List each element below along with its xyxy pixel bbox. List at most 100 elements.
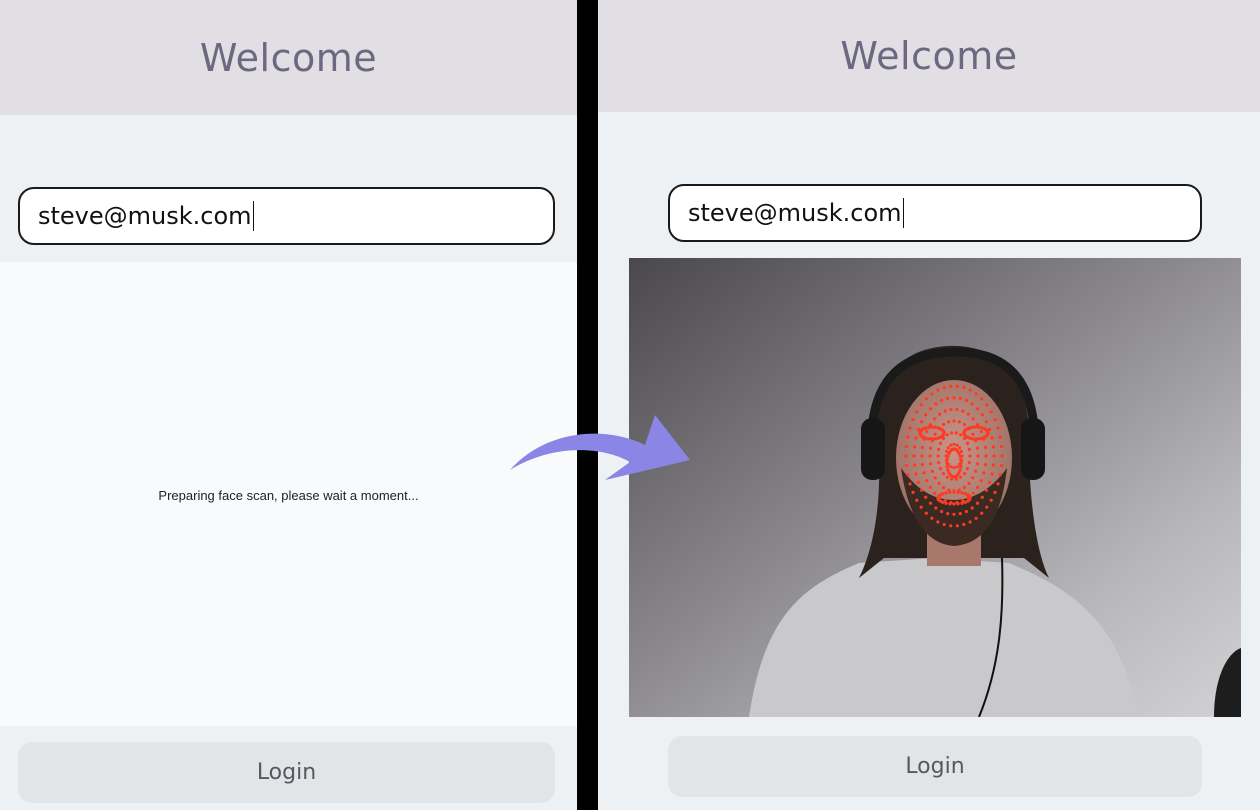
landmark-dot — [946, 468, 950, 472]
landmark-dot — [984, 420, 988, 424]
email-field[interactable]: steve@musk.com — [668, 184, 1202, 242]
camera-feed — [629, 258, 1241, 717]
landmark-dot — [952, 502, 956, 506]
landmark-dot — [957, 420, 961, 424]
landmark-dot — [925, 429, 929, 433]
landmark-dot — [1000, 444, 1004, 449]
landmark-dot — [983, 445, 988, 449]
login-button[interactable]: Login — [668, 736, 1202, 797]
landmark-dot — [974, 516, 978, 520]
landmark-dot — [958, 468, 962, 472]
landmark-dot — [916, 480, 920, 485]
landmark-dot — [962, 485, 966, 490]
camera-feed-image — [629, 258, 1241, 717]
landmark-dot — [962, 472, 967, 476]
landmark-dot — [929, 462, 933, 466]
landmark-dot — [954, 431, 958, 435]
landmark-dot — [967, 481, 971, 485]
landmark-dot — [920, 488, 924, 492]
landmark-dot — [949, 384, 953, 388]
landmark-dot — [958, 512, 962, 516]
landmark-dot — [933, 437, 937, 441]
landmark-dot — [947, 420, 951, 424]
landmark-dot — [934, 402, 938, 406]
landmark-dot — [948, 502, 952, 506]
landmark-dot — [915, 410, 919, 414]
landmark-dot — [971, 417, 975, 421]
landmark-dot — [976, 485, 980, 489]
landmark-dot — [971, 425, 975, 429]
landmark-dot — [980, 413, 984, 417]
landmark-dot — [919, 505, 923, 509]
landmark-dot — [989, 410, 993, 414]
email-field[interactable]: steve@musk.com — [18, 187, 555, 245]
landmark-dot — [949, 465, 953, 469]
landmark-dot — [952, 396, 956, 400]
landmark-dot — [920, 420, 924, 424]
landmark-dot — [952, 419, 956, 423]
landmark-dot — [942, 422, 946, 427]
landmark-dot — [937, 481, 941, 485]
landmark-dot — [930, 425, 934, 429]
landmark-dot — [947, 471, 951, 475]
landmark-dot — [945, 464, 949, 469]
landmark-dot — [936, 454, 940, 458]
landmark-dot — [924, 413, 928, 417]
landmark-dot — [949, 443, 953, 447]
landmark-dot — [971, 437, 975, 441]
landmark-dot — [970, 402, 974, 406]
landmark-dot — [936, 436, 940, 440]
landmark-dot — [940, 398, 944, 403]
landmark-dot — [938, 441, 943, 445]
landmark-dot — [971, 432, 975, 436]
landmark-dot — [970, 506, 974, 510]
text-caret — [902, 198, 905, 228]
text-caret — [252, 201, 255, 231]
landmark-dot — [982, 471, 986, 475]
landmark-dot — [964, 398, 968, 403]
landmark-dot — [927, 425, 931, 429]
landmark-dot — [936, 388, 940, 392]
login-button[interactable]: Login — [18, 742, 555, 803]
landmark-dot — [928, 454, 932, 458]
landmark-dot — [937, 461, 941, 465]
landmark-dot — [925, 479, 929, 483]
landmark-dot — [952, 490, 956, 494]
landmark-dot — [967, 447, 971, 451]
landmark-dot — [979, 429, 983, 433]
landmark-dot — [920, 445, 925, 449]
landmark-dot — [1000, 454, 1004, 458]
landmark-dot — [948, 490, 952, 494]
landmark-dot — [942, 522, 946, 527]
landmark-dot — [980, 397, 984, 401]
landmark-dot — [933, 417, 937, 421]
headphone-right — [1021, 418, 1045, 480]
landmark-dot — [924, 397, 928, 401]
landmark-dot — [966, 412, 970, 416]
landmark-dot — [943, 409, 947, 413]
landmark-dot — [958, 454, 962, 458]
landmark-dot — [959, 433, 963, 437]
landmark-dot — [961, 409, 965, 413]
landmark-dot — [920, 454, 924, 458]
landmark-dot — [968, 426, 972, 430]
page-title: Welcome — [840, 34, 1018, 78]
page-title: Welcome — [199, 35, 378, 80]
landmark-dot — [924, 426, 928, 430]
landmark-dot — [928, 407, 933, 411]
landmark-dot — [962, 385, 966, 390]
landmark-dot — [928, 485, 932, 489]
landmark-dot — [993, 490, 997, 494]
landmark-dot — [936, 520, 940, 524]
landmark-dot — [927, 437, 931, 441]
email-value: steve@musk.com — [688, 199, 902, 227]
landmark-dot — [955, 407, 959, 412]
landmark-dot — [942, 385, 946, 390]
landmark-dot — [974, 392, 978, 396]
landmark-dot — [992, 454, 996, 458]
landmark-dot — [938, 412, 942, 416]
landmark-dot — [949, 524, 953, 528]
landmark-dot — [955, 443, 959, 447]
landmark-dot — [930, 516, 934, 520]
landmark-dot — [941, 429, 946, 434]
